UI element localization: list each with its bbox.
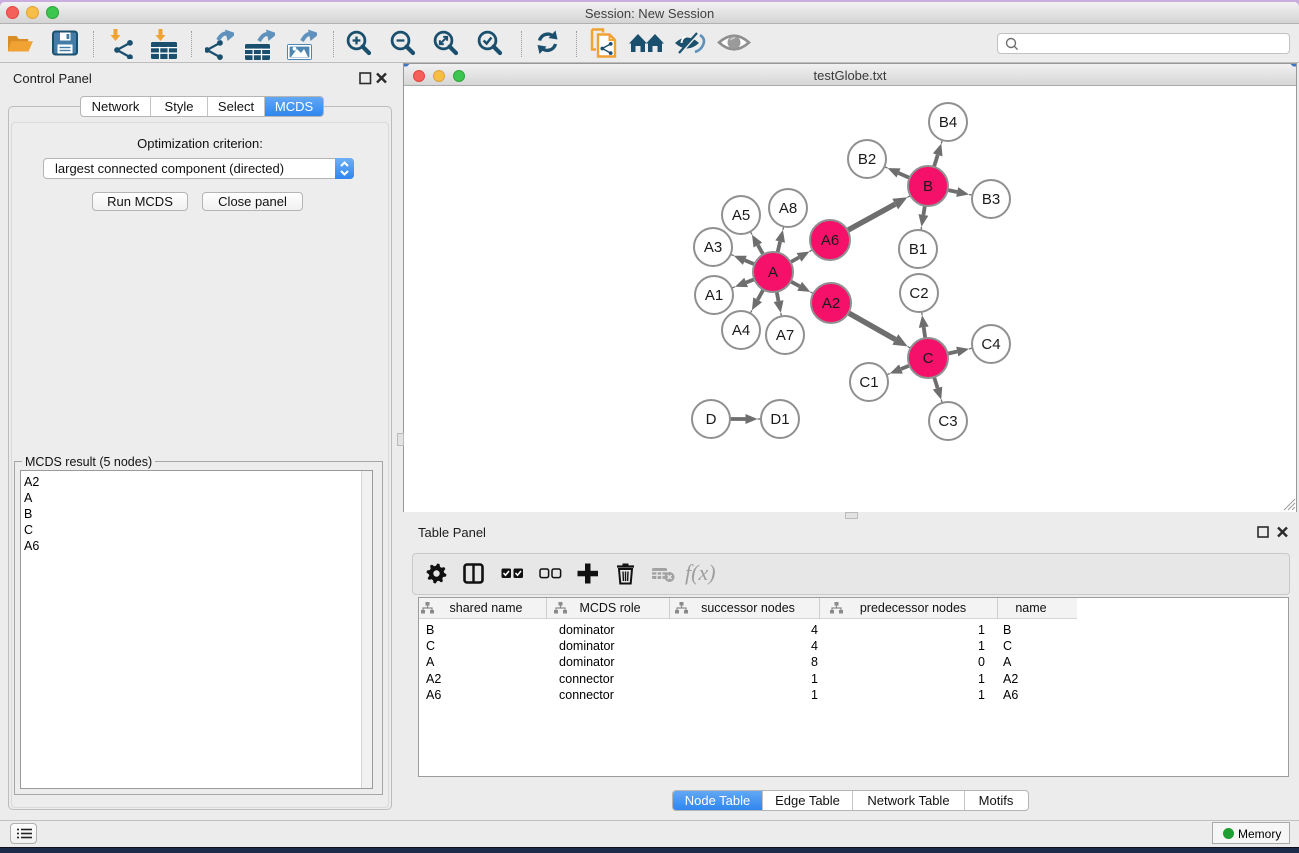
svg-text:B3: B3 (982, 191, 1000, 208)
svg-text:A8: A8 (779, 200, 797, 217)
svg-text:C4: C4 (981, 336, 1000, 353)
svg-text:A3: A3 (704, 239, 722, 256)
svg-text:A1: A1 (705, 287, 723, 304)
svg-text:A: A (768, 264, 778, 281)
svg-text:A5: A5 (732, 207, 750, 224)
svg-text:C: C (923, 350, 934, 367)
svg-text:C2: C2 (909, 285, 928, 302)
svg-text:A6: A6 (821, 232, 839, 249)
svg-text:B1: B1 (909, 241, 927, 258)
svg-text:A2: A2 (822, 295, 840, 312)
svg-text:C3: C3 (938, 413, 957, 430)
svg-text:A7: A7 (776, 327, 794, 344)
svg-text:B: B (923, 178, 933, 195)
svg-text:B2: B2 (858, 151, 876, 168)
svg-text:D1: D1 (770, 411, 789, 428)
svg-text:B4: B4 (939, 114, 957, 131)
svg-text:C1: C1 (859, 374, 878, 391)
svg-text:A4: A4 (732, 322, 750, 339)
svg-text:D: D (706, 411, 717, 428)
